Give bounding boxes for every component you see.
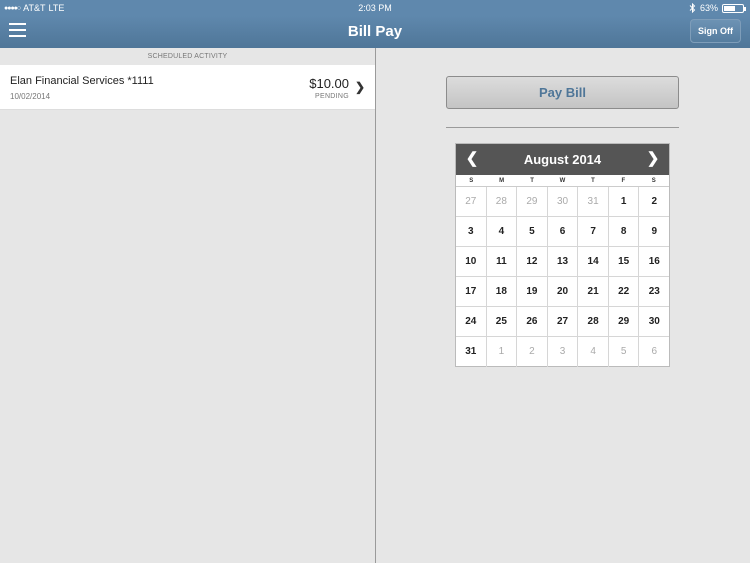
calendar-day[interactable]: 2 — [639, 187, 669, 216]
scheduled-activity-row[interactable]: Elan Financial Services *1111 10/02/2014… — [0, 65, 375, 110]
calendar-day[interactable]: 22 — [609, 277, 640, 306]
calendar-weekdays: S M T W T F S — [456, 175, 669, 187]
calendar-day[interactable]: 4 — [487, 217, 518, 246]
calendar-day[interactable]: 2 — [517, 337, 548, 367]
calendar-day[interactable]: 14 — [578, 247, 609, 276]
page-title: Bill Pay — [347, 23, 403, 40]
calendar-day[interactable]: 7 — [578, 217, 609, 246]
calendar-day[interactable]: 23 — [639, 277, 669, 306]
calendar-day[interactable]: 13 — [548, 247, 579, 276]
calendar-day[interactable]: 31 — [578, 187, 609, 216]
calendar-day[interactable]: 29 — [517, 187, 548, 216]
battery-percent: 63% — [699, 3, 718, 13]
calendar-month-label: August 2014 — [523, 152, 602, 167]
pane-divider — [375, 48, 376, 563]
calendar-day[interactable]: 27 — [456, 187, 487, 216]
calendar-week: 3456789 — [456, 217, 669, 247]
calendar-week: 27 28 29 30 31 1 2 — [456, 187, 669, 217]
calendar-day[interactable]: 28 — [487, 187, 518, 216]
calendar-day[interactable]: 17 — [456, 277, 487, 306]
calendar-day[interactable]: 3 — [456, 217, 487, 246]
calendar-day[interactable]: 10 — [456, 247, 487, 276]
weekday-label: W — [559, 178, 566, 184]
calendar-week: 10 11 12 13 14 15 16 — [456, 247, 669, 277]
calendar-day[interactable]: 5 — [517, 217, 548, 246]
calendar-day[interactable]: 1 — [609, 187, 640, 216]
status-time: 2:03 PM — [358, 3, 392, 13]
calendar-day[interactable]: 29 — [609, 307, 640, 336]
calendar-header: ❮ August 2014 ❯ — [456, 144, 669, 175]
bluetooth-icon — [689, 3, 696, 13]
calendar-day[interactable]: 11 — [487, 247, 518, 276]
weekday-label: S — [651, 178, 656, 184]
weekday-label: T — [530, 178, 534, 184]
activity-payee: Elan Financial Services *1111 — [10, 75, 154, 87]
calendar-day[interactable]: 24 — [456, 307, 487, 336]
chevron-right-icon: ❯ — [354, 80, 365, 94]
activity-amount: $10.00 — [309, 76, 349, 91]
nav-bar: Bill Pay Sign Off — [0, 16, 750, 48]
battery-icon — [722, 3, 746, 13]
calendar-day[interactable]: 30 — [548, 187, 579, 216]
scheduled-activity-pane: SCHEDULED ACTIVITY Elan Financial Servic… — [0, 48, 375, 563]
calendar-day[interactable]: 21 — [578, 277, 609, 306]
calendar-day[interactable]: 6 — [548, 217, 579, 246]
status-bar: ●●●●○ AT&T LTE 2:03 PM 63% — [0, 0, 750, 16]
calendar-day[interactable]: 1 — [487, 337, 518, 367]
calendar-day[interactable]: 20 — [548, 277, 579, 306]
weekday-label: M — [499, 178, 505, 184]
weekday-label: F — [621, 178, 626, 184]
calendar: ❮ August 2014 ❯ S M T W T F S 27 28 29 30 31… — [455, 143, 670, 367]
calendar-week: 17 18 19 20 21 22 23 — [456, 277, 669, 307]
calendar-day[interactable]: 5 — [609, 337, 640, 367]
calendar-day[interactable]: 19 — [517, 277, 548, 306]
weekday-label: T — [591, 178, 595, 184]
calendar-day[interactable]: 4 — [578, 337, 609, 367]
battery-fill — [724, 5, 736, 11]
calendar-day[interactable]: 9 — [639, 217, 669, 246]
activity-date: 10/02/2014 — [10, 92, 51, 101]
calendar-day[interactable]: 28 — [578, 307, 609, 336]
calendar-week: 31 1 2 3 4 5 6 — [456, 337, 669, 367]
activity-status: PENDING — [315, 93, 349, 100]
calendar-day[interactable]: 15 — [609, 247, 640, 276]
calendar-day[interactable]: 12 — [517, 247, 548, 276]
calendar-day[interactable]: 27 — [548, 307, 579, 336]
section-divider — [446, 127, 679, 128]
calendar-day[interactable]: 30 — [639, 307, 669, 336]
weekday-label: S — [469, 178, 474, 184]
pay-bill-button[interactable]: Pay Bill — [446, 76, 679, 109]
calendar-week: 24 25 26 27 28 29 30 — [456, 307, 669, 337]
calendar-day[interactable]: 8 — [609, 217, 640, 246]
calendar-day[interactable]: 18 — [487, 277, 518, 306]
scheduled-activity-header: SCHEDULED ACTIVITY — [147, 53, 228, 60]
calendar-grid: 27 28 29 30 31 1 2 3 4 5 6 7 8 9 10 11 12 13 14 15 16 17 18 19 2… — [456, 187, 669, 367]
calendar-day[interactable]: 25 — [487, 307, 518, 336]
calendar-day[interactable]: 6 — [639, 337, 669, 367]
chevron-right-icon[interactable]: ❯ — [643, 150, 663, 170]
calendar-day[interactable]: 26 — [517, 307, 548, 336]
calendar-day[interactable]: 16 — [639, 247, 669, 276]
sign-off-button[interactable]: Sign Off — [690, 19, 741, 43]
calendar-day[interactable]: 3 — [548, 337, 579, 367]
status-right: 63% — [689, 3, 746, 13]
calendar-day[interactable]: 31 — [456, 337, 487, 367]
